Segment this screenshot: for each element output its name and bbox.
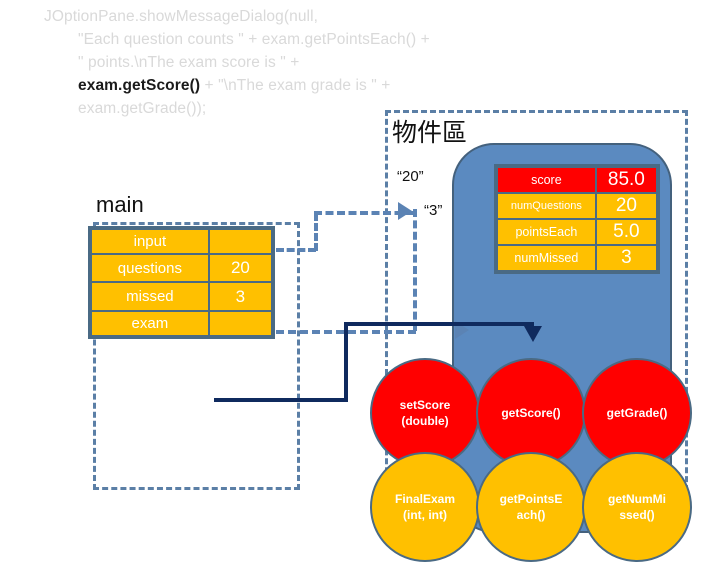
attribute-name-3: numMissed (498, 246, 595, 270)
connector-exam-vertical (413, 209, 417, 331)
main-variables-table: input questions 20 missed 3 exam (88, 226, 275, 339)
code-line-1: JOptionPane.showMessageDialog(null, (44, 8, 319, 25)
main-var-name-0: input (92, 230, 208, 253)
code-line-3: " points.\nThe exam score is " + (78, 53, 300, 71)
attribute-value-2: 5.0 (596, 220, 656, 244)
connector-input-vertical (314, 213, 318, 251)
code-line-4-rest: + "\nThe exam grade is " + (200, 76, 391, 94)
code-highlight-getscore: exam.getScore() (78, 76, 201, 94)
method-getpointseach[interactable]: getPointsE ach() (476, 452, 586, 562)
table-row: numMissed 3 (498, 246, 656, 270)
table-row: pointsEach 5.0 (498, 220, 656, 244)
main-var-name-3: exam (92, 312, 208, 335)
object-attributes-table: score 85.0 numQuestions 20 pointsEach 5.… (494, 164, 660, 274)
table-row: questions 20 (92, 254, 271, 282)
arrowhead-arguments-icon (398, 202, 412, 220)
table-row: score 85.0 (498, 168, 656, 192)
object-region-label: 物件區 (392, 118, 468, 147)
code-snippet: JOptionPane.showMessageDialog(null, "Eac… (44, 6, 514, 121)
arrowhead-getscore-call-icon (524, 326, 542, 342)
connector-input-horizontal (276, 248, 316, 252)
slide-canvas: JOptionPane.showMessageDialog(null, "Eac… (0, 0, 720, 562)
table-row: numQuestions 20 (498, 194, 656, 218)
attribute-name-0: score (498, 168, 595, 192)
argument-label-missed: “3” (424, 202, 443, 219)
main-region-label: main (96, 192, 144, 217)
attribute-name-1: numQuestions (498, 194, 595, 218)
attribute-value-0: 85.0 (596, 168, 656, 192)
main-var-value-3 (209, 312, 271, 335)
main-var-value-0 (209, 230, 271, 253)
call-path-segment-bottom (214, 398, 348, 402)
main-var-value-2: 3 (209, 283, 271, 311)
code-line-2: "Each question counts " + exam.getPoints… (78, 30, 430, 48)
main-var-name-1: questions (92, 254, 208, 282)
table-row: missed 3 (92, 283, 271, 311)
table-row: input (92, 230, 271, 253)
main-var-value-1: 20 (209, 254, 271, 282)
method-getnummissed[interactable]: getNumMi ssed() (582, 452, 692, 562)
call-path-segment-top (344, 322, 534, 326)
attribute-name-2: pointsEach (498, 220, 595, 244)
method-finalexam[interactable]: FinalExam (int, int) (370, 452, 480, 562)
argument-label-questions: “20” (397, 168, 424, 185)
call-path-segment-vertical (344, 322, 348, 400)
attribute-value-3: 3 (596, 246, 656, 270)
table-row: exam (92, 312, 271, 335)
attribute-value-1: 20 (596, 194, 656, 218)
code-line-4: exam.getScore() + "\nThe exam grade is "… (44, 75, 514, 98)
main-var-name-2: missed (92, 283, 208, 311)
